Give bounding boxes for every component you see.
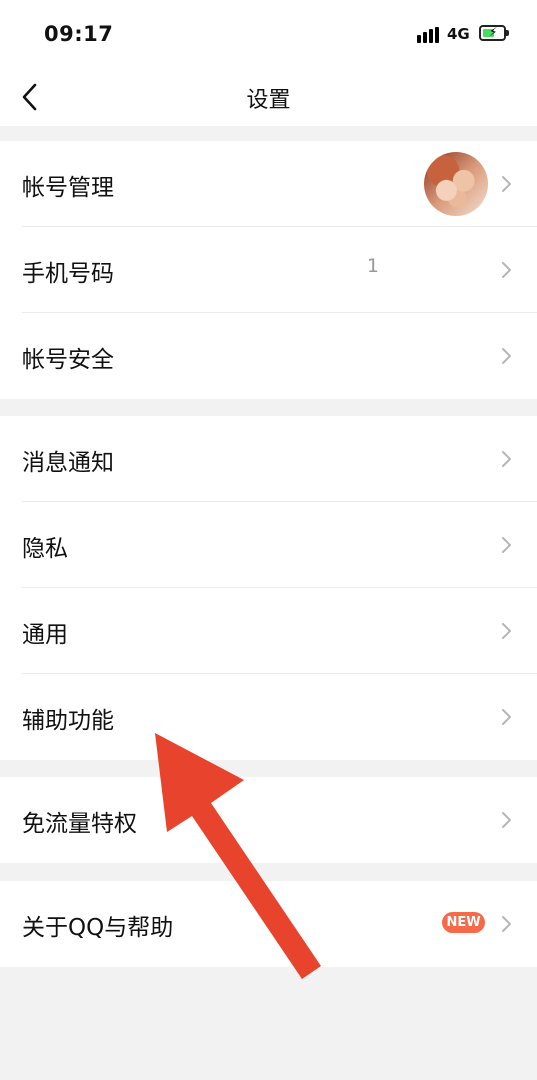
- settings-group-account: 帐号管理 手机号码 1 帐号安全: [0, 141, 537, 399]
- settings-row-account-security[interactable]: 帐号安全: [0, 313, 537, 399]
- row-label: 手机号码: [22, 261, 114, 287]
- row-label: 通用: [22, 622, 68, 648]
- row-label: 帐号管理: [22, 175, 114, 201]
- status-bar: 09:17 4G ⚡: [0, 0, 537, 68]
- chevron-right-icon: [502, 812, 511, 828]
- row-label: 关于QQ与帮助: [22, 915, 174, 941]
- status-time: 09:17: [44, 22, 114, 46]
- settings-row-free-data[interactable]: 免流量特权: [0, 777, 537, 863]
- settings-group-general: 消息通知 隐私 通用 辅助功能: [0, 416, 537, 760]
- network-type: 4G: [447, 25, 470, 43]
- chevron-right-icon: [502, 451, 511, 467]
- new-badge: NEW: [442, 912, 485, 933]
- page-title: 设置: [246, 88, 291, 113]
- row-label: 免流量特权: [22, 811, 137, 837]
- row-label: 辅助功能: [22, 708, 114, 734]
- settings-group-about: 关于QQ与帮助 NEW: [0, 881, 537, 967]
- chevron-right-icon: [502, 623, 511, 639]
- nav-bar: 设置: [0, 68, 537, 126]
- chevron-right-icon: [502, 262, 511, 278]
- signal-icon: [417, 27, 441, 43]
- row-label: 消息通知: [22, 450, 114, 476]
- chevron-right-icon: [502, 709, 511, 725]
- phone-number-value: 1: [366, 255, 379, 277]
- chevron-right-icon: [502, 537, 511, 553]
- settings-row-general[interactable]: 通用: [0, 588, 537, 674]
- chevron-right-icon: [502, 176, 511, 192]
- chevron-right-icon: [502, 916, 511, 932]
- row-label: 隐私: [22, 536, 68, 562]
- chevron-right-icon: [502, 348, 511, 364]
- settings-row-account-management[interactable]: 帐号管理: [0, 141, 537, 227]
- avatar: [424, 152, 488, 216]
- battery-charging-icon: ⚡: [479, 25, 509, 41]
- settings-row-accessibility[interactable]: 辅助功能: [0, 674, 537, 760]
- settings-row-notifications[interactable]: 消息通知: [0, 416, 537, 502]
- row-label: 帐号安全: [22, 347, 114, 373]
- settings-row-about-help[interactable]: 关于QQ与帮助 NEW: [0, 881, 537, 967]
- settings-group-data-plan: 免流量特权: [0, 777, 537, 863]
- settings-row-phone-number[interactable]: 手机号码 1: [0, 227, 537, 313]
- settings-row-privacy[interactable]: 隐私: [0, 502, 537, 588]
